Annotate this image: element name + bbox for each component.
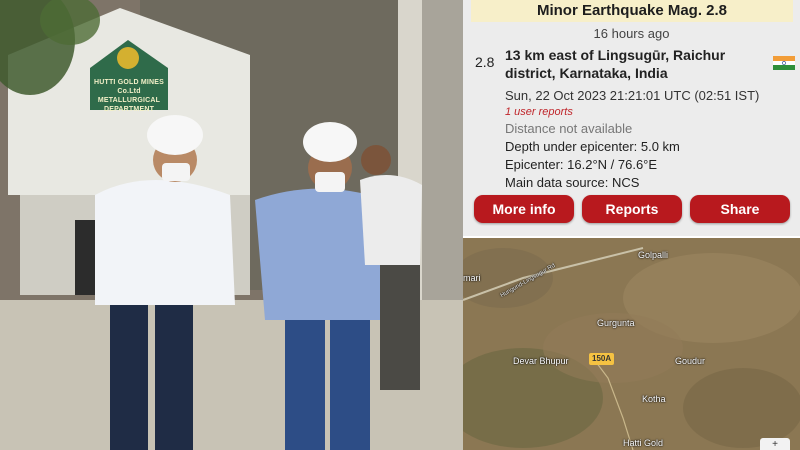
distance-info: Distance not available — [505, 121, 633, 136]
epicenter-info: Epicenter: 16.2°N / 76.6°E — [505, 157, 658, 172]
news-photo: HUTTI GOLD MINES Co.Ltd METALLURGICAL DE… — [0, 0, 463, 450]
map-label-goudur: Goudur — [675, 356, 706, 366]
quake-datetime: Sun, 22 Oct 2023 21:21:01 UTC (02:51 IST… — [505, 88, 760, 103]
quake-location: 13 km east of Lingsugūr, Raichur distric… — [505, 47, 726, 81]
satellite-map[interactable]: Golpalli mari Hungund-Lingsugur Rd Gurgu… — [463, 238, 800, 450]
more-info-button[interactable]: More info — [474, 195, 574, 223]
data-source-info: Main data source: NCS — [505, 175, 640, 190]
map-label-kotha: Kotha — [642, 394, 666, 404]
map-label-devar-bhupur: Devar Bhupur — [513, 356, 569, 366]
depth-info: Depth under epicenter: 5.0 km — [505, 139, 680, 154]
reports-button[interactable]: Reports — [582, 195, 682, 223]
photo-scene — [0, 0, 463, 450]
earthquake-card: Minor Earthquake Mag. 2.8 16 hours ago 2… — [463, 0, 800, 236]
route-shield-150a: 150A — [589, 353, 615, 365]
map-label-gurgunta: Gurgunta — [597, 318, 635, 328]
sign-board-text: HUTTI GOLD MINES Co.Ltd METALLURGICAL DE… — [93, 79, 165, 113]
share-button[interactable]: Share — [690, 195, 790, 223]
india-flag-icon — [773, 56, 795, 70]
user-reports-link[interactable]: 1 user reports — [505, 106, 573, 118]
map-terrain — [463, 238, 800, 450]
quake-title: Minor Earthquake Mag. 2.8 — [471, 0, 793, 22]
time-ago: 16 hours ago — [593, 26, 670, 41]
magnitude-value: 2.8 — [475, 54, 495, 70]
map-zoom-control[interactable]: + — [760, 438, 790, 450]
map-label-mari: mari — [463, 273, 481, 283]
map-label-hatti-gold: Hatti Gold — [623, 438, 664, 448]
map-label-golpalli: Golpalli — [638, 250, 669, 260]
